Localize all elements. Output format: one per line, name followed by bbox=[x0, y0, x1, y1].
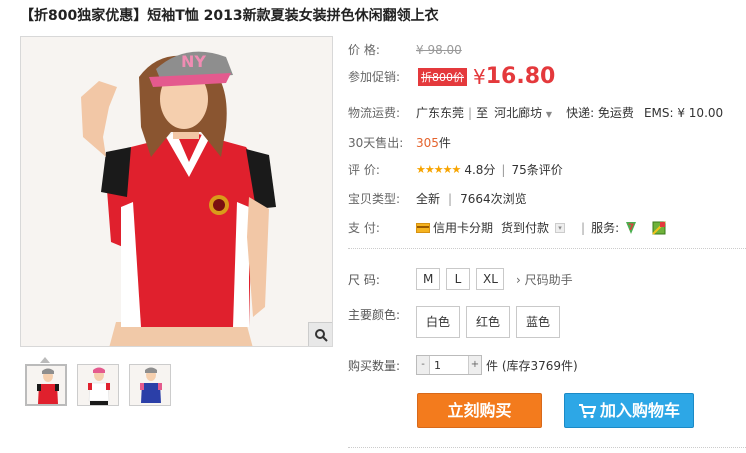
seven-day-return-icon[interactable]: 7 bbox=[623, 220, 639, 236]
rating-sep: | bbox=[501, 162, 506, 177]
size-row: 尺 码: M L XL › 尺码助手 bbox=[348, 268, 573, 290]
sales-row: 30天售出: 305 件 bbox=[348, 134, 451, 151]
quantity-plus-button[interactable]: + bbox=[469, 356, 481, 374]
item-condition: 全新 bbox=[416, 192, 441, 206]
size-helper-link[interactable]: › 尺码助手 bbox=[516, 271, 573, 288]
color-option-white[interactable]: 白色 bbox=[416, 306, 460, 338]
ship-ems: EMS: ¥ 10.00 bbox=[643, 105, 724, 120]
item-type-label: 宝贝类型: bbox=[348, 192, 401, 206]
size-option-m[interactable]: M bbox=[416, 268, 440, 290]
ship-express: 快递: 免运费 bbox=[566, 106, 634, 120]
shopping-cart-icon bbox=[578, 403, 596, 418]
thumb-active-indicator bbox=[40, 357, 50, 363]
ship-to-prefix: 至 bbox=[476, 106, 489, 120]
color-option-blue[interactable]: 蓝色 bbox=[516, 306, 560, 338]
model-photo: NY bbox=[21, 37, 332, 346]
rating-label: 评 价: bbox=[348, 163, 380, 177]
title-promo-tag: 【折800独家优惠】 bbox=[20, 8, 148, 24]
star-rating-icon: ★★★★★ bbox=[416, 163, 461, 176]
size-option-l[interactable]: L bbox=[446, 268, 470, 290]
color-option-red[interactable]: 红色 bbox=[466, 306, 510, 338]
review-count-link[interactable]: 75条评价 bbox=[511, 161, 562, 178]
promotion-row: 参加促销: 折800价 ¥ 16.80 bbox=[348, 64, 555, 89]
svg-text:7: 7 bbox=[628, 223, 634, 233]
price-label: 价 格: bbox=[348, 43, 380, 57]
magnifier-icon bbox=[314, 328, 328, 342]
size-option-xl[interactable]: XL bbox=[476, 268, 504, 290]
item-views: 7664次浏览 bbox=[460, 192, 527, 206]
product-title: 【折800独家优惠】短袖T恤 2013新款夏装女装拼色休闲翻领上衣 bbox=[20, 5, 439, 25]
promotion-label: 参加促销: bbox=[348, 70, 401, 84]
quantity-minus-button[interactable]: - bbox=[417, 356, 429, 374]
payment-more-dropdown[interactable]: ▾ bbox=[555, 222, 566, 233]
service-label: 服务: bbox=[591, 221, 620, 235]
zoom-button[interactable] bbox=[308, 322, 332, 346]
item-type-sep: | bbox=[448, 191, 453, 206]
quantity-row: 购买数量: - + 件 (库存3769件) bbox=[348, 355, 578, 375]
item-type-row: 宝贝类型: 全新 | 7664次浏览 bbox=[348, 190, 527, 207]
sales-count[interactable]: 305 bbox=[416, 136, 439, 150]
chevron-right-icon: › bbox=[516, 272, 521, 287]
shipping-row: 物流运费: 广东东莞 | 至 河北廊坊 ▼ 快递: 免运费 EMS: ¥ 10.… bbox=[348, 104, 723, 121]
buy-now-button[interactable]: 立刻购买 bbox=[417, 393, 542, 428]
payment-label: 支 付: bbox=[348, 221, 380, 235]
payment-credit[interactable]: 信用卡分期 bbox=[433, 219, 493, 236]
thumbnail-2[interactable] bbox=[77, 364, 119, 406]
ship-sep: | bbox=[468, 105, 473, 120]
size-label: 尺 码: bbox=[348, 272, 380, 287]
price-row: 价 格: ¥ 98.00 bbox=[348, 41, 462, 58]
ship-from: 广东东莞 bbox=[416, 106, 465, 120]
size-helper-label: 尺码助手 bbox=[524, 272, 573, 287]
rating-row: 评 价: ★★★★★ 4.8分 | 75条评价 bbox=[348, 161, 563, 178]
section-divider bbox=[348, 248, 746, 249]
thumb-blue-shirt bbox=[130, 365, 170, 405]
sales-label: 30天售出: bbox=[348, 136, 404, 150]
quantity-input[interactable] bbox=[429, 356, 469, 374]
product-main-image[interactable]: NY bbox=[20, 36, 333, 347]
thumbnail-1[interactable] bbox=[25, 364, 67, 406]
chevron-down-icon: ▼ bbox=[545, 110, 553, 119]
add-to-cart-button[interactable]: 加入购物车 bbox=[564, 393, 694, 428]
add-to-cart-label: 加入购物车 bbox=[599, 401, 680, 420]
thumbnail-3[interactable] bbox=[129, 364, 171, 406]
original-price: ¥ 98.00 bbox=[416, 42, 462, 57]
shipping-label: 物流运费: bbox=[348, 106, 401, 120]
quantity-label: 购买数量: bbox=[348, 358, 401, 373]
color-label: 主要颜色: bbox=[348, 308, 401, 322]
thumb-red-shirt bbox=[27, 366, 65, 404]
promo-currency: ¥ bbox=[473, 64, 486, 89]
ship-destination-select[interactable]: 河北廊坊 ▼ bbox=[494, 104, 552, 121]
payment-row: 支 付: 信用卡分期 货到付款 ▾ | 服务: 7 bbox=[348, 219, 667, 236]
bottom-divider bbox=[348, 447, 746, 448]
credit-card-icon bbox=[416, 222, 430, 233]
title-text: 短袖T恤 2013新款夏装女装拼色休闲翻领上衣 bbox=[147, 8, 439, 24]
guarantee-icon[interactable] bbox=[651, 220, 667, 236]
ship-destination: 河北廊坊 bbox=[494, 106, 543, 120]
promo-badge: 折800价 bbox=[418, 67, 467, 86]
stock-info: 件 (库存3769件) bbox=[486, 358, 578, 373]
promo-price: 16.80 bbox=[485, 64, 556, 89]
quantity-stepper: - + bbox=[416, 355, 482, 375]
svg-text:NY: NY bbox=[181, 52, 206, 71]
sales-unit: 件 bbox=[438, 136, 451, 150]
color-row: 主要颜色: 白色 红色 蓝色 bbox=[348, 306, 560, 338]
payment-cod[interactable]: 货到付款 bbox=[501, 219, 549, 236]
rating-score: 4.8分 bbox=[464, 163, 496, 177]
thumb-white-shirt bbox=[78, 365, 118, 405]
